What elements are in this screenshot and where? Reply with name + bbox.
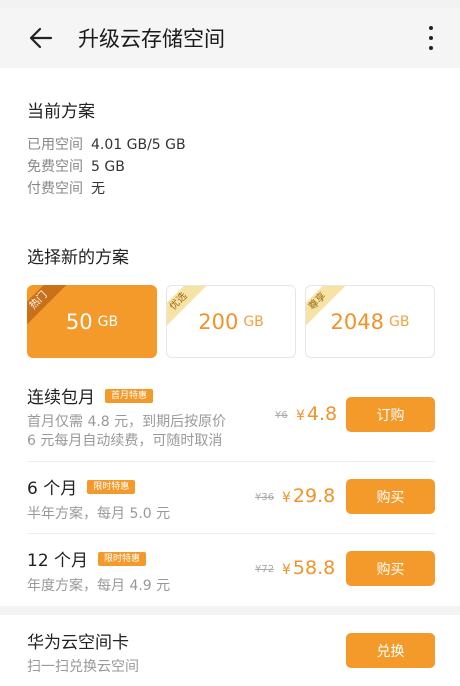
offer-title: 12 个月: [27, 551, 89, 571]
offer-row-6-months: 6 个月 限时特惠 半年方案，每月 5.0 元 ¥36 ¥29.8 购买: [27, 474, 435, 524]
plan-unit: GB: [243, 313, 264, 330]
paid-space-label: 付费空间: [27, 181, 83, 197]
redeem-button[interactable]: 兑换: [346, 633, 435, 668]
page-title: 升级云存储空间: [78, 27, 225, 51]
offer-price: ¥29.8: [282, 485, 335, 507]
offer-desc-line2: 6 元每月自动续费，可随时取消: [27, 433, 223, 449]
cloud-card-row: 华为云空间卡 扫一扫兑换云空间 兑换: [27, 628, 435, 677]
divider: [27, 533, 435, 534]
plan-options: 热门 50 GB 优选 200 GB 尊享 2048 GB: [27, 285, 435, 358]
currency-symbol: ¥: [296, 408, 305, 424]
plan-unit: GB: [97, 313, 119, 330]
buy-button[interactable]: 购买: [346, 551, 435, 586]
offer-price-value: 58.8: [292, 557, 336, 579]
divider: [27, 461, 435, 462]
offer-tag: 首月特惠: [105, 388, 154, 403]
offer-price: ¥4.8: [296, 403, 337, 425]
current-plan-section: 当前方案 已用空间 4.01 GB/5 GB 免费空间 5 GB 付费空间无: [27, 97, 434, 200]
app-bar: 升级云存储空间: [0, 8, 460, 68]
section-gap: [0, 606, 460, 615]
offer-old-price: ¥6: [275, 410, 288, 421]
used-space-value: 4.01 GB/5 GB: [91, 137, 186, 153]
currency-symbol: ¥: [282, 490, 291, 506]
currency-symbol: ¥: [282, 562, 291, 578]
offer-row-12-months: 12 个月 限时特惠 年度方案，每月 4.9 元 ¥72 ¥58.8 购买: [27, 546, 435, 596]
plan-option-2048gb[interactable]: 尊享 2048 GB: [305, 285, 435, 358]
plan-unit: GB: [389, 313, 410, 330]
used-space-label: 已用空间: [27, 137, 83, 153]
used-space-row: 已用空间 4.01 GB/5 GB: [27, 134, 434, 156]
offer-price: ¥58.8: [282, 557, 335, 579]
plan-size: 2048: [330, 309, 384, 334]
plan-option-200gb[interactable]: 优选 200 GB: [166, 285, 296, 358]
current-plan-heading: 当前方案: [27, 102, 95, 122]
plan-size: 50: [65, 309, 93, 334]
more-options-icon[interactable]: [424, 24, 438, 52]
paid-space-row: 付费空间无: [27, 178, 434, 200]
choose-plan-section: 选择新的方案: [27, 243, 434, 268]
paid-space-value: 无: [91, 181, 105, 197]
offer-title: 连续包月: [27, 388, 95, 408]
status-bar: [0, 0, 460, 8]
free-space-row: 免费空间 5 GB: [27, 156, 434, 178]
plan-option-50gb[interactable]: 热门 50 GB: [27, 285, 157, 358]
subscribe-button[interactable]: 订购: [346, 397, 435, 432]
free-space-value: 5 GB: [91, 159, 125, 175]
offer-title: 6 个月: [27, 479, 78, 499]
offer-price-value: 29.8: [292, 485, 336, 507]
offer-tag: 限时特惠: [87, 479, 136, 494]
back-arrow-icon[interactable]: [26, 23, 56, 53]
free-space-label: 免费空间: [27, 159, 83, 175]
choose-plan-heading: 选择新的方案: [27, 248, 129, 268]
plan-size: 200: [198, 309, 239, 334]
offer-row-monthly: 连续包月 首月特惠 首月仅需 4.8 元，到期后按原价 6 元每月自动续费，可随时…: [27, 383, 435, 451]
offer-tag: 限时特惠: [98, 551, 147, 566]
offer-old-price: ¥36: [255, 492, 275, 503]
offer-old-price: ¥72: [255, 564, 275, 575]
buy-button[interactable]: 购买: [346, 479, 435, 514]
offer-price-value: 4.8: [306, 403, 338, 425]
